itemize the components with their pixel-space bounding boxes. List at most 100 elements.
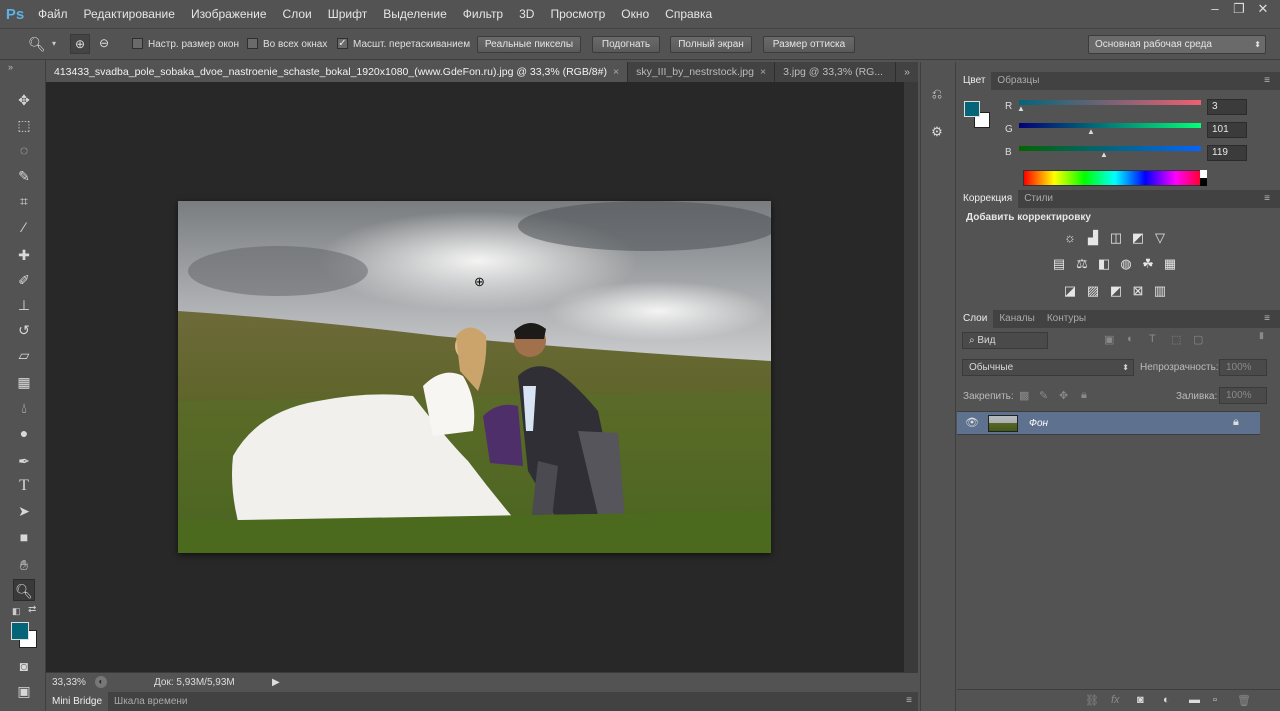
- blend-mode-select[interactable]: Обычные ⬍: [962, 359, 1134, 376]
- blur-tool-icon[interactable]: 💧︎: [13, 397, 35, 419]
- canvas-area[interactable]: ⊕: [46, 82, 904, 672]
- all-windows-checkbox[interactable]: [247, 38, 258, 49]
- green-slider-thumb[interactable]: ▲: [1087, 127, 1095, 136]
- curves-icon[interactable]: ◫: [1107, 229, 1125, 247]
- collapse-panel-icon[interactable]: »: [8, 62, 13, 72]
- menu-select[interactable]: Выделение: [375, 0, 455, 28]
- red-slider-thumb[interactable]: ▲: [1017, 104, 1025, 113]
- layer-filter-select[interactable]: ⌕ Вид: [962, 332, 1048, 349]
- lock-all-icon[interactable]: 🔒︎: [1081, 389, 1087, 402]
- tab-paths[interactable]: Контуры: [1041, 310, 1092, 328]
- zoom-in-icon[interactable]: ⊕: [70, 34, 90, 54]
- visibility-eye-icon[interactable]: 👁︎: [965, 416, 979, 429]
- white-swatch[interactable]: [1200, 170, 1207, 178]
- menu-type[interactable]: Шрифт: [320, 0, 375, 28]
- fill-field[interactable]: 100%: [1219, 387, 1267, 404]
- pen-tool-icon[interactable]: ✒: [13, 450, 35, 472]
- history-panel-icon[interactable]: ⎌: [925, 86, 949, 108]
- blue-slider-thumb[interactable]: ▲: [1100, 150, 1108, 159]
- delete-layer-icon[interactable]: 🗑︎: [1237, 694, 1251, 707]
- panel-menu-icon[interactable]: ≡: [906, 695, 912, 706]
- layer-style-icon[interactable]: fx: [1111, 694, 1120, 706]
- workspace-select[interactable]: Основная рабочая среда ⬍: [1088, 35, 1266, 54]
- menu-view[interactable]: Просмотр: [542, 0, 613, 28]
- screen-mode-icon[interactable]: ▣: [13, 680, 35, 702]
- menu-window[interactable]: Окно: [613, 0, 657, 28]
- healing-brush-tool-icon[interactable]: ✚: [13, 244, 35, 266]
- lock-pixels-icon[interactable]: ✎: [1039, 389, 1048, 402]
- filter-shape-icon[interactable]: ⬚: [1171, 333, 1181, 346]
- photo-filter-icon[interactable]: ◍: [1117, 255, 1135, 273]
- tab-document-1[interactable]: 413433_svadba_pole_sobaka_dvoe_nastroeni…: [46, 62, 629, 82]
- tab-timeline[interactable]: Шкала времени: [108, 696, 193, 707]
- new-group-icon[interactable]: ▬: [1189, 694, 1200, 706]
- new-adjustment-layer-icon[interactable]: ◐: [1163, 694, 1170, 706]
- rectangle-tool-icon[interactable]: ■: [13, 526, 35, 548]
- invert-icon[interactable]: ◪: [1061, 282, 1079, 300]
- color-balance-icon[interactable]: ⚖: [1073, 255, 1091, 273]
- eyedropper-tool-icon[interactable]: ⁄: [13, 216, 35, 238]
- levels-icon[interactable]: ▟: [1084, 229, 1102, 247]
- marquee-tool-icon[interactable]: ⬚: [13, 114, 35, 136]
- preset-dropdown-icon[interactable]: ▾: [52, 39, 56, 48]
- clone-stamp-tool-icon[interactable]: ⊥: [13, 294, 35, 316]
- exposure-icon[interactable]: ◩: [1129, 229, 1147, 247]
- lasso-tool-icon[interactable]: ◌: [13, 139, 35, 161]
- tab-channels[interactable]: Каналы: [993, 310, 1041, 328]
- menu-filter[interactable]: Фильтр: [455, 0, 511, 28]
- hand-tool-icon[interactable]: ✋︎: [13, 554, 35, 576]
- restore-icon[interactable]: ❐: [1228, 0, 1250, 18]
- filter-adjustment-icon[interactable]: ◐: [1127, 333, 1134, 345]
- filter-pixel-icon[interactable]: ▣: [1104, 333, 1114, 346]
- layer-name[interactable]: Фон: [1029, 418, 1048, 429]
- default-colors-icon[interactable]: ◧: [12, 606, 21, 617]
- close-icon[interactable]: ×: [613, 66, 619, 78]
- blue-value[interactable]: 119: [1207, 145, 1247, 161]
- filter-toggle-icon[interactable]: ▮: [1259, 330, 1264, 341]
- posterize-icon[interactable]: ▨: [1084, 282, 1102, 300]
- document-image[interactable]: ⊕: [178, 201, 771, 553]
- opacity-field[interactable]: 100%: [1219, 359, 1267, 376]
- gradient-map-icon[interactable]: ▥: [1151, 282, 1169, 300]
- eraser-tool-icon[interactable]: ▱: [13, 344, 35, 366]
- layer-row[interactable]: 👁︎ Фон 🔒︎: [957, 411, 1260, 435]
- close-icon[interactable]: ✕: [1252, 0, 1274, 18]
- history-brush-tool-icon[interactable]: ↺: [13, 319, 35, 341]
- fit-screen-button[interactable]: Подогнать: [592, 36, 660, 53]
- panel-menu-icon[interactable]: ≡: [1264, 75, 1270, 86]
- vibrance-icon[interactable]: ▽: [1151, 229, 1169, 247]
- fill-screen-button[interactable]: Полный экран: [670, 36, 752, 53]
- brightness-icon[interactable]: ☼: [1061, 229, 1079, 247]
- red-value[interactable]: 3: [1207, 99, 1247, 115]
- channel-mixer-icon[interactable]: ☘: [1139, 255, 1157, 273]
- link-layers-icon[interactable]: ⛓: [1085, 694, 1099, 707]
- type-tool-icon[interactable]: T: [13, 475, 35, 497]
- quick-selection-tool-icon[interactable]: ✎: [13, 165, 35, 187]
- lock-transparent-icon[interactable]: ▩: [1019, 389, 1029, 402]
- brush-tool-icon[interactable]: ✐: [13, 269, 35, 291]
- tab-swatches[interactable]: Образцы: [991, 72, 1045, 90]
- hue-saturation-icon[interactable]: ▤: [1050, 255, 1068, 273]
- tab-document-3[interactable]: 3.jpg @ 33,3% (RG...: [775, 62, 897, 82]
- color-lookup-icon[interactable]: ▦: [1161, 255, 1179, 273]
- menu-help[interactable]: Справка: [657, 0, 720, 28]
- menu-edit[interactable]: Редактирование: [76, 0, 183, 28]
- crop-tool-icon[interactable]: ⌗: [13, 190, 35, 212]
- path-selection-tool-icon[interactable]: ➤: [13, 500, 35, 522]
- threshold-icon[interactable]: ◩: [1107, 282, 1125, 300]
- status-menu-arrow[interactable]: ▶: [272, 677, 280, 688]
- move-tool-icon[interactable]: ✥: [13, 89, 35, 111]
- zoom-level[interactable]: 33,33%: [52, 677, 86, 688]
- filter-smart-object-icon[interactable]: ▢: [1193, 333, 1203, 346]
- resize-windows-checkbox[interactable]: [132, 38, 143, 49]
- black-swatch[interactable]: [1200, 178, 1207, 186]
- scrubby-zoom-checkbox[interactable]: ✓: [337, 38, 348, 49]
- zoom-out-icon[interactable]: ⊖: [94, 34, 114, 54]
- tab-document-2[interactable]: sky_III_by_nestrstock.jpg ×: [628, 62, 776, 82]
- menu-layers[interactable]: Слои: [275, 0, 320, 28]
- print-size-button[interactable]: Размер оттиска: [763, 36, 855, 53]
- tab-layers[interactable]: Слои: [957, 310, 994, 328]
- panel-menu-icon[interactable]: ≡: [1264, 193, 1270, 204]
- properties-panel-icon[interactable]: ⚙: [925, 124, 949, 146]
- zoom-tool-preset-icon[interactable]: 🔍︎: [28, 36, 46, 53]
